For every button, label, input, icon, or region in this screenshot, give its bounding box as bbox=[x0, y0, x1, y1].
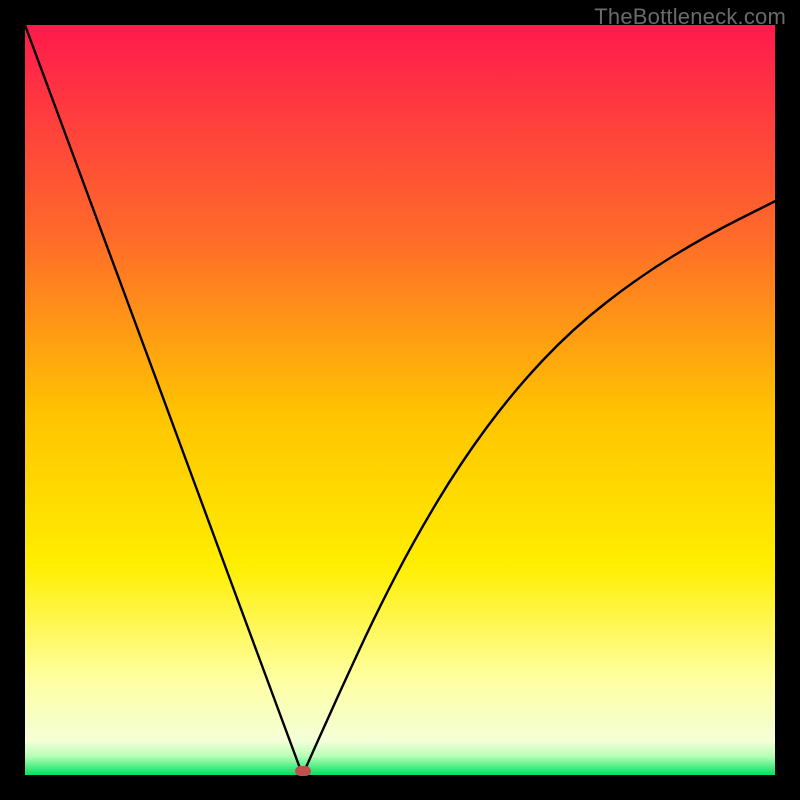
watermark-text: TheBottleneck.com bbox=[594, 4, 786, 30]
bottleneck-plot bbox=[25, 25, 775, 775]
optimal-marker bbox=[295, 766, 311, 776]
plot-background bbox=[25, 25, 775, 775]
chart-frame: TheBottleneck.com bbox=[0, 0, 800, 800]
